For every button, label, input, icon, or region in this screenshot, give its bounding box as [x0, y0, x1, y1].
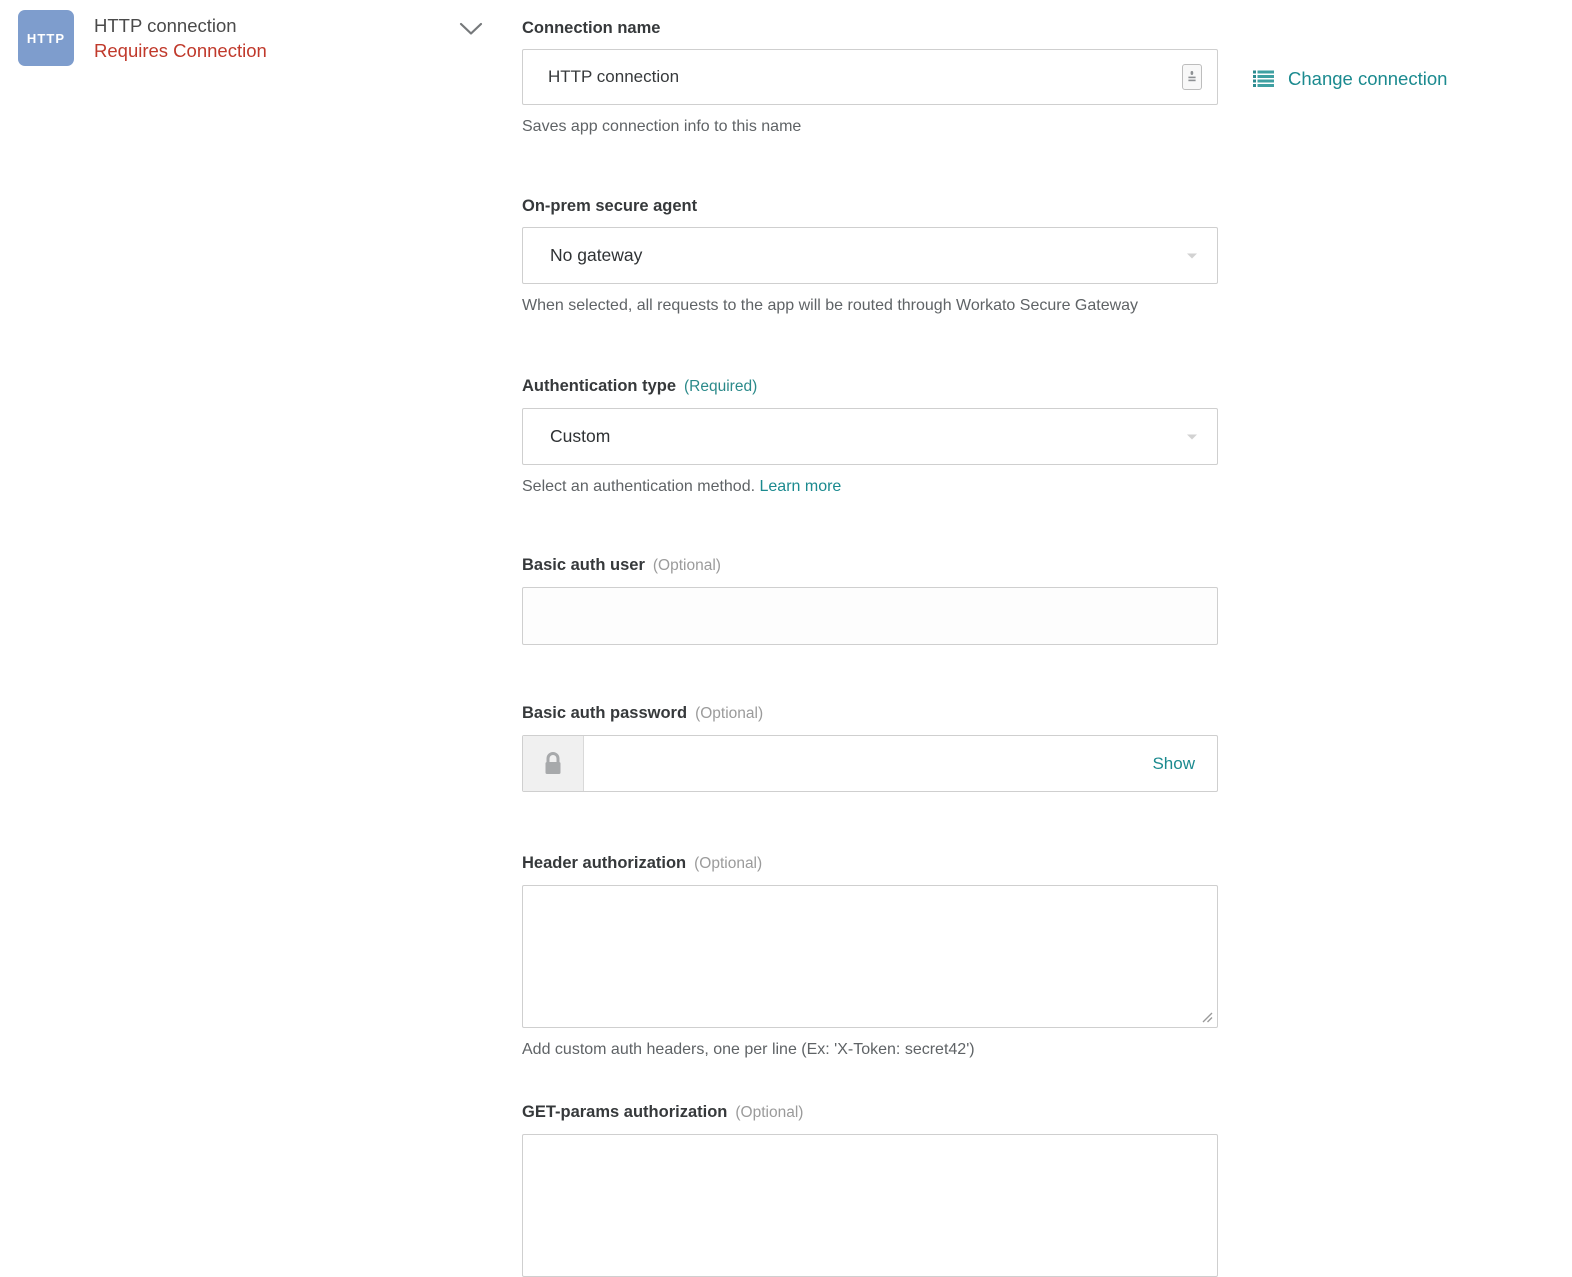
secure-agent-label: On-prem secure agent	[522, 196, 1222, 216]
basic-auth-password-optional-badge: (Optional)	[695, 705, 763, 722]
secure-agent-label-text: On-prem secure agent	[522, 197, 697, 215]
show-password-button[interactable]: Show	[1152, 754, 1195, 774]
connection-name-label-text: Connection name	[522, 19, 660, 37]
field-connection-name: Connection name HTTP connection Saves ap…	[522, 18, 1222, 137]
auth-type-label-text: Authentication type	[522, 377, 676, 395]
auth-type-select[interactable]: Custom	[522, 408, 1218, 465]
chevron-down-icon	[1187, 253, 1197, 258]
password-lock-cell	[523, 736, 584, 791]
secure-agent-select[interactable]: No gateway	[522, 227, 1218, 284]
field-header-authorization: Header authorization (Optional) Add custo…	[522, 853, 1222, 1060]
auth-type-required-badge: (Required)	[684, 378, 757, 395]
lock-icon	[541, 750, 565, 778]
get-params-authorization-label: GET-params authorization (Optional)	[522, 1102, 1222, 1123]
get-params-authorization-label-text: GET-params authorization	[522, 1103, 727, 1121]
basic-auth-password-input[interactable]: Show	[584, 736, 1217, 791]
connection-name-helper: Saves app connection info to this name	[522, 116, 1222, 137]
basic-auth-user-optional-badge: (Optional)	[653, 557, 721, 574]
connection-name-input[interactable]: HTTP connection	[522, 49, 1218, 105]
field-secure-agent: On-prem secure agent No gateway When sel…	[522, 196, 1222, 316]
connector-header: HTTP HTTP connection Requires Connection	[18, 10, 488, 66]
header-authorization-label: Header authorization (Optional)	[522, 853, 1222, 874]
http-app-icon: HTTP	[18, 10, 74, 66]
get-params-authorization-textarea[interactable]	[522, 1134, 1218, 1277]
field-auth-type: Authentication type (Required) Custom Sel…	[522, 376, 1222, 497]
connection-form: Connection name HTTP connection Saves ap…	[522, 0, 1572, 1216]
field-basic-auth-password: Basic auth password (Optional) Show	[522, 703, 1222, 792]
basic-auth-user-input[interactable]	[522, 587, 1218, 645]
header-authorization-textarea[interactable]	[522, 885, 1218, 1028]
datapill-picker-button[interactable]	[1182, 64, 1202, 90]
connection-name-label: Connection name	[522, 18, 1222, 38]
secure-agent-value: No gateway	[523, 245, 642, 266]
get-params-authorization-optional-badge: (Optional)	[735, 1104, 803, 1121]
header-authorization-label-text: Header authorization	[522, 854, 686, 872]
connector-title: HTTP connection	[94, 13, 267, 38]
resize-handle[interactable]	[1198, 1008, 1214, 1024]
connector-status-badge: Requires Connection	[94, 38, 267, 63]
field-get-params-authorization: GET-params authorization (Optional)	[522, 1102, 1222, 1277]
auth-type-helper: Select an authentication method. Learn m…	[522, 476, 1222, 497]
app-icon-label: HTTP	[27, 31, 65, 46]
secure-agent-helper: When selected, all requests to the app w…	[522, 295, 1222, 316]
collapse-step-button[interactable]	[452, 14, 490, 44]
connection-name-value: HTTP connection	[523, 67, 679, 87]
connector-text-block: HTTP connection Requires Connection	[94, 10, 267, 63]
basic-auth-user-label: Basic auth user (Optional)	[522, 555, 1222, 576]
basic-auth-password-row: Show	[522, 735, 1218, 792]
learn-more-link[interactable]: Learn more	[760, 478, 842, 495]
connector-summary-panel: HTTP HTTP connection Requires Connection	[0, 0, 500, 1216]
header-authorization-optional-badge: (Optional)	[694, 855, 762, 872]
field-basic-auth-user: Basic auth user (Optional)	[522, 555, 1222, 645]
auth-type-helper-text: Select an authentication method.	[522, 478, 755, 495]
resize-grip-icon	[1198, 1008, 1214, 1024]
auth-type-value: Custom	[523, 426, 610, 447]
header-authorization-helper: Add custom auth headers, one per line (E…	[522, 1039, 1222, 1060]
auth-type-label: Authentication type (Required)	[522, 376, 1222, 397]
basic-auth-password-label-text: Basic auth password	[522, 704, 687, 722]
basic-auth-password-label: Basic auth password (Optional)	[522, 703, 1222, 724]
chevron-down-icon	[1187, 434, 1197, 439]
datapill-icon	[1187, 70, 1197, 85]
basic-auth-user-label-text: Basic auth user	[522, 556, 645, 574]
chevron-down-icon	[458, 21, 484, 37]
